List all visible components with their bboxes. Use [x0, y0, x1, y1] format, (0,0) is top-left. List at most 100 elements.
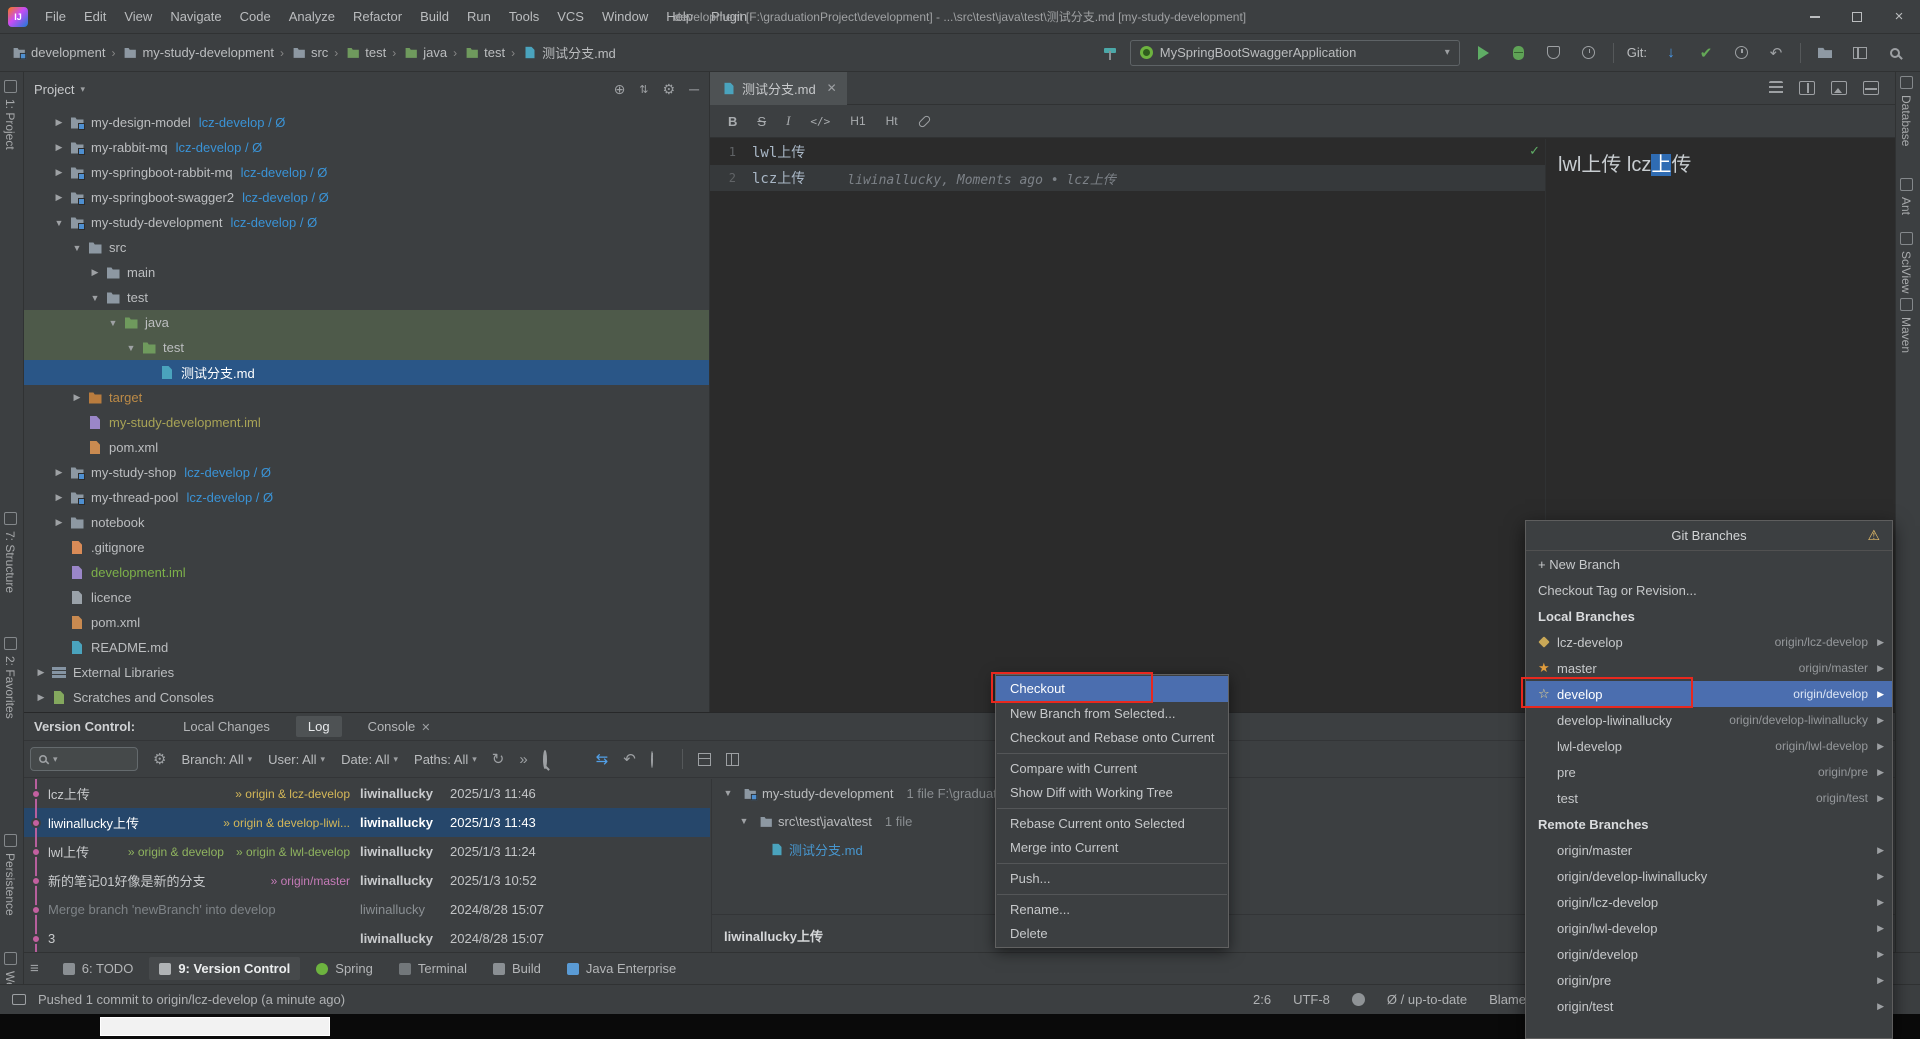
tree-item[interactable]: .gitignore — [24, 535, 709, 560]
encoding-widget[interactable]: UTF-8 — [1293, 992, 1330, 1007]
more-actions-button[interactable]: » — [519, 751, 527, 768]
profiler-button[interactable] — [1578, 42, 1600, 64]
log-row[interactable]: liwinallucky上传 » origin & develop-liwi...… — [24, 808, 710, 837]
rollback-button[interactable]: ↶ — [1765, 42, 1787, 64]
tool-window-switcher-icon[interactable] — [12, 994, 26, 1005]
maximize-button[interactable] — [1836, 0, 1878, 34]
expand-arrow[interactable]: ▶ — [32, 667, 50, 678]
expand-arrow[interactable]: ▼ — [86, 293, 104, 303]
link-icon[interactable] — [917, 113, 932, 129]
log-filter-branch[interactable]: Branch: All ▾ — [181, 752, 252, 767]
menu-window[interactable]: Window — [593, 9, 657, 24]
editor-line-current[interactable]: 2 lcz上传 liwinallucky, Moments ago • lcz上… — [710, 165, 1545, 191]
breadcrumb-item[interactable]: java — [402, 40, 447, 65]
remote-branch-item[interactable]: origin/develop ▶ — [1526, 941, 1892, 967]
context-menu-item[interactable]: New Branch from Selected... — [996, 702, 1228, 726]
tool-window-button-vcs[interactable]: 9: Version Control — [149, 957, 301, 980]
search-everywhere-button[interactable] — [1884, 42, 1906, 64]
log-row[interactable]: lcz上传 » origin & lcz-develop liwinallucky 2… — [24, 779, 710, 808]
tool-window-button-todo[interactable]: 6: TODO — [53, 957, 144, 980]
stripe-button[interactable]: SciView — [1899, 232, 1913, 293]
remote-branch-item[interactable]: origin/pre ▶ — [1526, 967, 1892, 993]
tab-console[interactable]: Console ✕ — [356, 716, 443, 737]
log-filter-date[interactable]: Date: All ▾ — [341, 752, 398, 767]
bold-button[interactable]: B — [728, 114, 737, 129]
branch-item-lwl-develop[interactable]: lwl-develop origin/lwl-develop ▶ — [1526, 733, 1892, 759]
tree-item[interactable]: ▶ main — [24, 260, 709, 285]
history-button[interactable] — [1730, 42, 1752, 64]
expand-arrow[interactable]: ▶ — [50, 167, 68, 178]
tree-item[interactable]: ▶ External Libraries — [24, 660, 709, 685]
tree-item[interactable]: pom.xml — [24, 610, 709, 635]
tree-item[interactable]: 测试分支.md — [24, 360, 709, 385]
settings-gear-button[interactable]: ⚙ — [663, 81, 676, 98]
tool-window-button-jee[interactable]: Java Enterprise — [557, 957, 686, 980]
breadcrumb-item[interactable]: test — [344, 40, 386, 65]
tool-window-button-spring[interactable]: Spring — [306, 957, 383, 980]
remote-branch-item[interactable]: origin/master ▶ — [1526, 837, 1892, 863]
expand-arrow[interactable]: ▶ — [50, 467, 68, 478]
context-menu-item[interactable]: Show Diff with Working Tree — [996, 781, 1228, 805]
tree-item[interactable]: ▼ src — [24, 235, 709, 260]
menu-analyze[interactable]: Analyze — [280, 9, 344, 24]
close-button[interactable]: × — [1878, 0, 1920, 34]
stripe-button[interactable]: Ant — [1899, 178, 1913, 215]
menu-vcs[interactable]: VCS — [548, 9, 593, 24]
tree-item[interactable]: ▼ test — [24, 285, 709, 310]
tree-item[interactable]: ▼ java — [24, 310, 709, 335]
branch-item-develop-liwinallucky[interactable]: develop-liwinallucky origin/develop-liwin… — [1526, 707, 1892, 733]
expand-arrow[interactable]: ▶ — [50, 192, 68, 203]
menu-file[interactable]: File — [36, 9, 75, 24]
hide-panel-button[interactable]: ─ — [689, 81, 699, 97]
project-view-title[interactable]: Project — [34, 82, 74, 97]
settings-gear-button[interactable]: ⚙ — [153, 750, 166, 768]
editor-layout-icon[interactable] — [1863, 81, 1879, 95]
breadcrumb-item[interactable]: test — [463, 40, 505, 65]
stripe-button[interactable]: 7: Structure — [3, 512, 17, 593]
context-menu-item[interactable]: Rebase Current onto Selected — [996, 812, 1228, 836]
tree-item[interactable]: ▶ target — [24, 385, 709, 410]
header1-button[interactable]: H1 — [850, 114, 865, 128]
log-filter-paths[interactable]: Paths: All ▾ — [414, 752, 477, 767]
context-menu-item[interactable]: Push... — [996, 867, 1228, 891]
stripe-button[interactable]: 2: Favorites — [3, 637, 17, 719]
project-structure-button[interactable] — [1814, 42, 1836, 64]
branches-action[interactable]: Checkout Tag or Revision... — [1526, 577, 1892, 603]
readonly-toggle-icon[interactable] — [1351, 993, 1365, 1006]
stripe-button[interactable]: Persistence — [3, 834, 17, 916]
log-row[interactable]: lwl上传 » origin & develop » origin & lwl-de… — [24, 837, 710, 866]
tree-item[interactable]: licence — [24, 585, 709, 610]
commit-button[interactable]: ✔ — [1695, 42, 1717, 64]
tree-item[interactable]: development.iml — [24, 560, 709, 585]
refresh-button[interactable]: ↻ — [492, 750, 505, 768]
tab-local-changes[interactable]: Local Changes — [171, 716, 282, 737]
expand-arrow[interactable]: ▶ — [50, 117, 68, 128]
branch-item-master[interactable]: ★ master origin/master ▶ — [1526, 655, 1892, 681]
breadcrumb-item[interactable]: 测试分支.md — [521, 40, 616, 65]
expand-arrow[interactable]: ▶ — [32, 692, 50, 703]
context-menu-item[interactable]: Delete — [996, 922, 1228, 946]
branches-action[interactable]: + New Branch — [1526, 551, 1892, 577]
expand-arrow[interactable]: ▼ — [736, 816, 752, 826]
log-row[interactable]: 新的笔记01好像是新的分支 » origin/master liwinallucky… — [24, 866, 710, 895]
coverage-button[interactable] — [1543, 42, 1565, 64]
stripe-button[interactable]: Database — [1899, 76, 1913, 146]
tree-item[interactable]: ▶ my-design-model lcz-develop / Ø — [24, 110, 709, 135]
tab-log[interactable]: Log — [295, 716, 342, 737]
run-configuration-select[interactable]: MySpringBootSwaggerApplication ▾ — [1129, 39, 1460, 66]
context-menu-item[interactable]: Rename... — [996, 898, 1228, 922]
breadcrumb-item[interactable]: my-study-development — [121, 40, 274, 65]
tree-item[interactable]: ▶ my-study-shop lcz-develop / Ø — [24, 460, 709, 485]
editor-tab[interactable]: 测试分支.md ✕ — [710, 71, 847, 105]
stripe-button[interactable]: 1: Project — [3, 80, 17, 150]
build-project-icon[interactable] — [1103, 46, 1117, 60]
stripe-button[interactable]: Maven — [1899, 298, 1913, 353]
update-project-button[interactable]: ↓ — [1660, 42, 1682, 64]
menu-tools[interactable]: Tools — [500, 9, 548, 24]
context-menu-item[interactable]: Compare with Current — [996, 757, 1228, 781]
preview-image-icon[interactable] — [1831, 81, 1847, 95]
editor-line[interactable]: 1 lwl上传 — [710, 139, 1545, 165]
close-tab-icon[interactable]: ✕ — [827, 81, 837, 95]
tree-item[interactable]: ▶ my-springboot-swagger2 lcz-develop / Ø — [24, 185, 709, 210]
close-tab-icon[interactable]: ✕ — [421, 722, 430, 734]
